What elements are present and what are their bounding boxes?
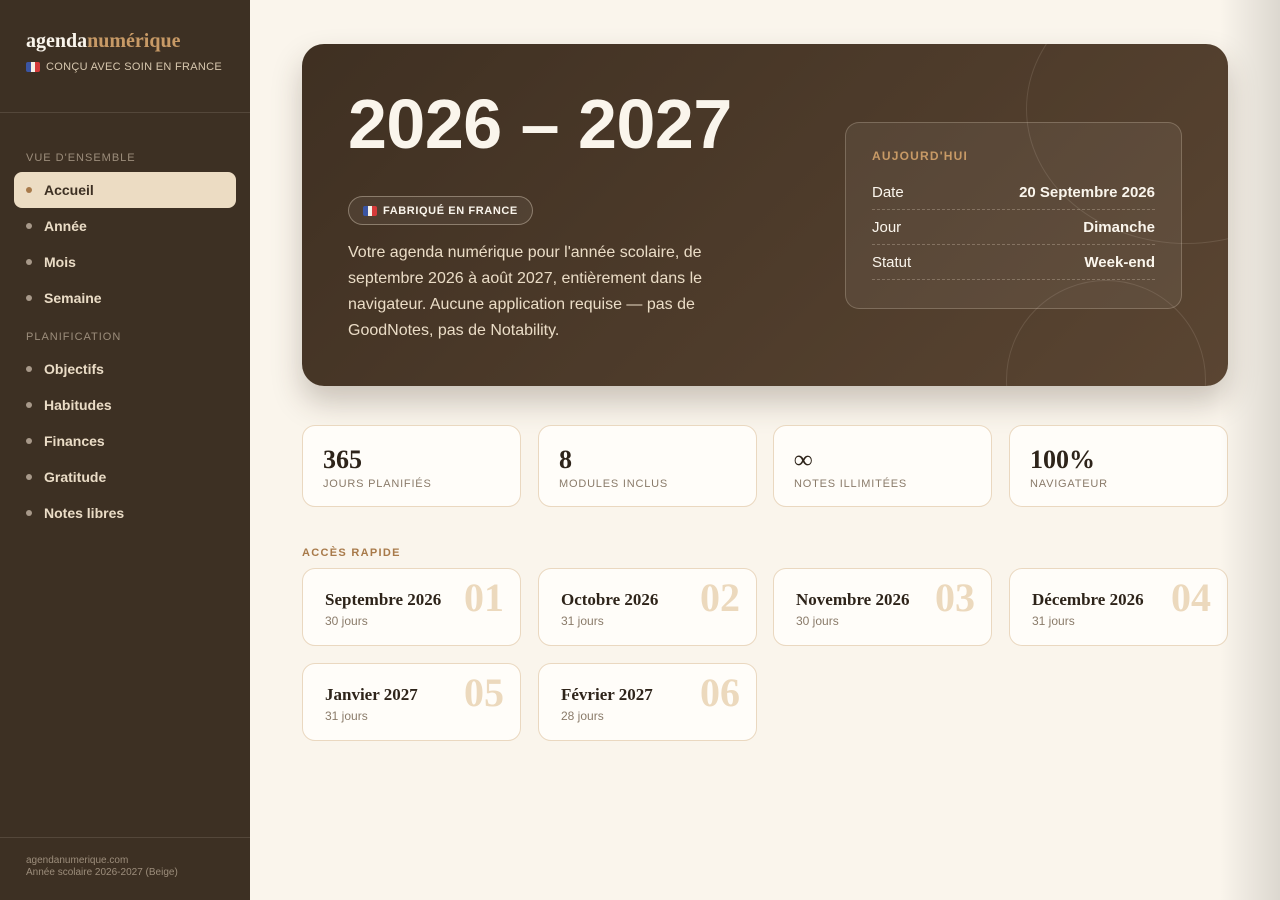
brand-name-part-2: numérique <box>87 30 181 52</box>
stat-label: Notes illimitées <box>794 478 908 490</box>
dot-icon <box>26 510 32 516</box>
sidebar-item-label: Notes libres <box>44 505 125 521</box>
month-card-september[interactable]: Septembre 2026 30 jours 01 <box>302 568 521 646</box>
month-number: 05 <box>464 670 504 715</box>
month-days: 31 jours <box>325 709 368 723</box>
sidebar-item-mois[interactable]: Mois <box>14 244 236 280</box>
month-card-november[interactable]: Novembre 2026 30 jours 03 <box>773 568 992 646</box>
hero-banner: 2026 – 2027 Fabriqué en France Votre age… <box>302 44 1228 386</box>
row-label: Statut <box>872 253 912 271</box>
brand: agendanumérique Conçu avec soin en Franc… <box>0 0 250 113</box>
month-days: 28 jours <box>561 709 604 723</box>
hero-description: Votre agenda numérique pour l'année scol… <box>348 244 703 339</box>
stat-value: 365 <box>323 445 362 474</box>
brand-tagline-text: Conçu avec soin en France <box>46 61 222 73</box>
month-number: 06 <box>700 670 740 715</box>
badge-label: Fabriqué en France <box>383 204 518 217</box>
brand-name-part-1: agenda <box>26 30 88 52</box>
month-name: Janvier 2027 <box>325 685 418 704</box>
brand-logo[interactable]: agendanumérique <box>26 30 224 52</box>
dot-icon <box>26 295 32 301</box>
sidebar-item-label: Semaine <box>44 290 102 306</box>
french-flag-icon <box>363 205 377 216</box>
dot-icon <box>26 223 32 229</box>
sidebar-item-objectifs[interactable]: Objectifs <box>14 351 236 387</box>
month-card-january[interactable]: Janvier 2027 31 jours 05 <box>302 663 521 741</box>
stat-value: ∞ <box>794 445 813 474</box>
today-row-day: Jour Dimanche <box>872 210 1155 245</box>
month-days: 31 jours <box>1032 614 1075 628</box>
sidebar-item-notes-libres[interactable]: Notes libres <box>14 495 236 531</box>
month-number: 02 <box>700 575 740 620</box>
sidebar-item-annee[interactable]: Année <box>14 208 236 244</box>
month-number: 03 <box>935 575 975 620</box>
month-days: 30 jours <box>796 614 839 628</box>
sidebar-item-label: Objectifs <box>44 361 104 377</box>
month-days: 31 jours <box>561 614 604 628</box>
month-name: Septembre 2026 <box>325 590 442 609</box>
month-number: 01 <box>464 575 504 620</box>
stat-card-modules: 8 Modules inclus <box>538 425 757 507</box>
today-row-date: Date 20 Septembre 2026 <box>872 175 1155 210</box>
sidebar-item-label: Habitudes <box>44 397 112 413</box>
sidebar-section-label-planning: Planification <box>26 331 122 343</box>
row-label: Jour <box>872 218 902 236</box>
sidebar-item-gratitude[interactable]: Gratitude <box>14 459 236 495</box>
dot-icon <box>26 474 32 480</box>
footer-edition: Année scolaire 2026-2027 (Beige) <box>26 867 178 878</box>
stat-card-notes: ∞ Notes illimitées <box>773 425 992 507</box>
month-days: 30 jours <box>325 614 368 628</box>
today-row-status: Statut Week-end <box>872 245 1155 280</box>
stat-card-browser: 100% Navigateur <box>1009 425 1228 507</box>
sidebar-item-label: Accueil <box>44 182 94 198</box>
sidebar-item-label: Finances <box>44 433 105 449</box>
dot-icon <box>26 402 32 408</box>
sidebar-item-label: Année <box>44 218 87 234</box>
quick-access-heading: Accès rapide <box>302 547 401 559</box>
month-card-october[interactable]: Octobre 2026 31 jours 02 <box>538 568 757 646</box>
sidebar-item-finances[interactable]: Finances <box>14 423 236 459</box>
month-name: Décembre 2026 <box>1032 590 1144 609</box>
stat-value: 8 <box>559 445 572 474</box>
today-card-title: Aujourd'hui <box>872 149 969 163</box>
row-value: Week-end <box>1084 253 1155 271</box>
month-name: Octobre 2026 <box>561 590 659 609</box>
sidebar-item-label: Gratitude <box>44 469 107 485</box>
footer-site-link[interactable]: agendanumerique.com <box>26 855 224 867</box>
today-card: Aujourd'hui Date 20 Septembre 2026 Jour Di… <box>845 122 1182 309</box>
hero-title: 2026 – 2027 <box>348 85 732 163</box>
dot-icon <box>26 438 32 444</box>
stat-label: Jours planifiés <box>323 478 432 490</box>
dot-icon <box>26 259 32 265</box>
sidebar-item-label: Mois <box>44 254 76 270</box>
stat-label: Navigateur <box>1030 478 1108 490</box>
page-edge-shadow <box>1220 0 1280 900</box>
made-in-france-badge: Fabriqué en France <box>348 196 533 225</box>
stat-label: Modules inclus <box>559 478 668 490</box>
french-flag-icon <box>26 62 40 72</box>
month-card-february[interactable]: Février 2027 28 jours 06 <box>538 663 757 741</box>
sidebar-item-semaine[interactable]: Semaine <box>14 280 236 316</box>
sidebar-section-label-overview: Vue d'ensemble <box>26 152 136 164</box>
month-number: 04 <box>1171 575 1211 620</box>
sidebar-item-accueil[interactable]: Accueil <box>14 172 236 208</box>
month-name: Novembre 2026 <box>796 590 910 609</box>
dot-icon <box>26 366 32 372</box>
stat-card-days: 365 Jours planifiés <box>302 425 521 507</box>
sidebar: agendanumérique Conçu avec soin en Franc… <box>0 0 250 900</box>
row-value: 20 Septembre 2026 <box>1019 183 1155 201</box>
sidebar-footer: agendanumerique.com Année scolaire 2026-… <box>0 837 250 900</box>
month-name: Février 2027 <box>561 685 653 704</box>
dot-icon <box>26 187 32 193</box>
row-value: Dimanche <box>1083 218 1155 236</box>
stat-value: 100% <box>1030 445 1095 474</box>
sidebar-item-habitudes[interactable]: Habitudes <box>14 387 236 423</box>
month-card-december[interactable]: Décembre 2026 31 jours 04 <box>1009 568 1228 646</box>
brand-tagline: Conçu avec soin en France <box>26 61 224 73</box>
row-label: Date <box>872 183 904 201</box>
